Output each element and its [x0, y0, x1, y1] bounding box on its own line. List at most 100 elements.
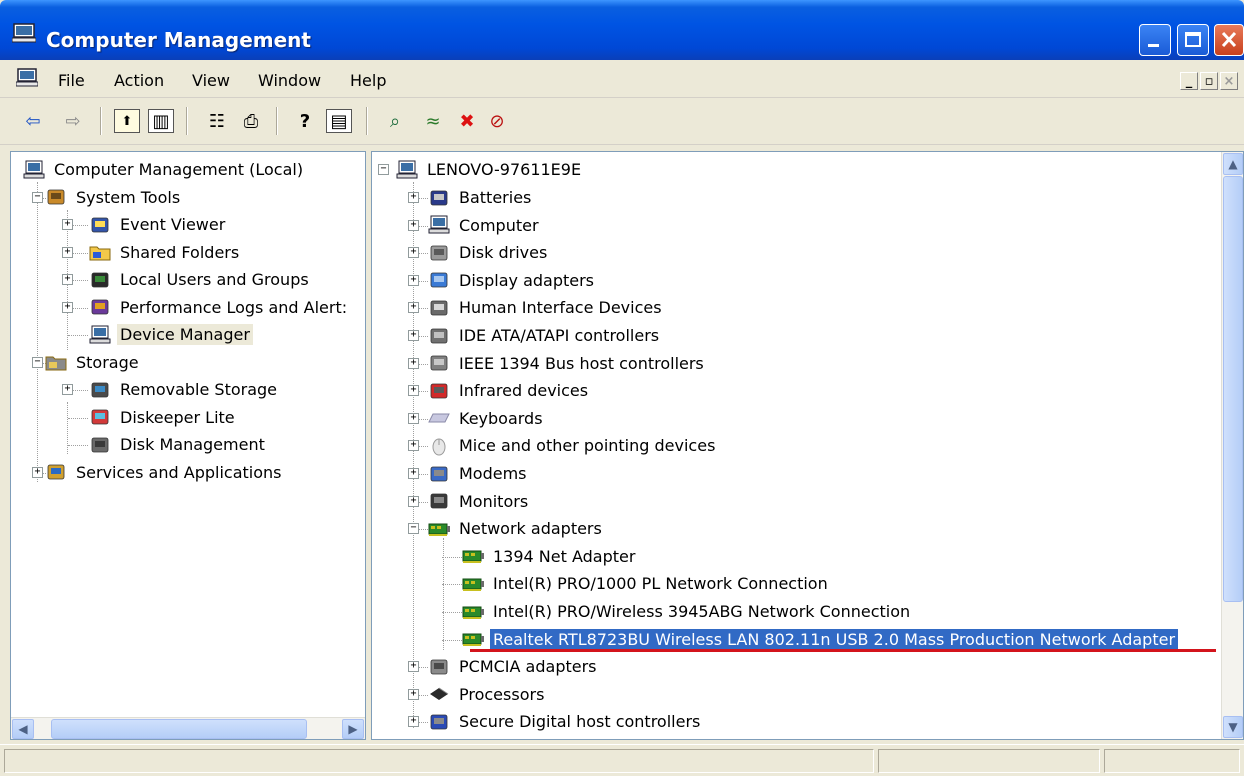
scrollbar-thumb[interactable]: [1223, 176, 1243, 602]
expand-toggle[interactable]: +: [408, 385, 419, 397]
device-item[interactable]: Intel(R) PRO/1000 PL Network Connection: [462, 570, 831, 597]
device-category-secure-digital-host-controllers[interactable]: Secure Digital host controllers: [428, 708, 703, 735]
scroll-down-arrow[interactable]: ▼: [1223, 716, 1243, 738]
system-menu-icon[interactable]: [16, 68, 38, 88]
show-hide-console-tree-icon: ▥: [152, 110, 170, 132]
maximize-button[interactable]: [1177, 24, 1209, 56]
menu-action[interactable]: Action: [114, 71, 164, 90]
device-category-mice-and-other-pointing-devices[interactable]: Mice and other pointing devices: [428, 432, 718, 459]
help-button[interactable]: ?: [292, 109, 318, 133]
device-category-pcmcia-adapters[interactable]: PCMCIA adapters: [428, 653, 600, 680]
title-bar[interactable]: Computer Management: [0, 0, 1244, 60]
forward-button[interactable]: ⇨: [60, 109, 86, 133]
console-tree-pane[interactable]: ◀ ▶ Computer Management (Local) − System …: [10, 151, 366, 740]
status-cell-3: [1104, 749, 1240, 773]
tree-item-removable-storage[interactable]: Removable Storage: [89, 376, 280, 403]
properties-button[interactable]: ☷: [204, 109, 230, 133]
scroll-right-arrow[interactable]: ▶: [342, 719, 364, 739]
tree-item-computer-management-local[interactable]: Computer Management (Local): [23, 156, 306, 183]
print-button[interactable]: ⎙: [238, 109, 264, 133]
disk-drive-icon: [430, 245, 448, 261]
device-category-ide-ata-atapi-controllers[interactable]: IDE ATA/ATAPI controllers: [428, 322, 662, 349]
expand-toggle[interactable]: +: [62, 246, 73, 258]
expand-toggle[interactable]: +: [62, 301, 73, 313]
expand-toggle[interactable]: +: [408, 468, 419, 479]
close-button[interactable]: [1214, 24, 1244, 56]
expand-toggle[interactable]: +: [408, 661, 419, 673]
disable-button[interactable]: ⊘: [484, 109, 510, 133]
expand-toggle[interactable]: +: [408, 357, 419, 369]
expand-toggle[interactable]: +: [408, 716, 419, 728]
tree-item-performance-logs-and-alert[interactable]: Performance Logs and Alert:: [89, 294, 350, 321]
computer-management-window: Computer Management File Action View Win…: [0, 0, 1244, 776]
scan-hardware-button[interactable]: ⌕: [382, 109, 408, 133]
expand-toggle[interactable]: +: [408, 274, 419, 286]
update-driver-button[interactable]: ≈: [420, 109, 446, 133]
device-category-modems[interactable]: Modems: [428, 460, 530, 487]
minimize-button[interactable]: [1139, 24, 1171, 56]
device-category-keyboards[interactable]: Keyboards: [428, 405, 546, 432]
device-category-human-interface-devices[interactable]: Human Interface Devices: [428, 294, 665, 321]
device-item[interactable]: Intel(R) PRO/Wireless 3945ABG Network Co…: [462, 598, 913, 625]
expand-toggle[interactable]: +: [408, 688, 419, 700]
device-category-monitors[interactable]: Monitors: [428, 488, 531, 515]
collapse-toggle[interactable]: −: [408, 523, 419, 535]
scroll-up-arrow[interactable]: ▲: [1223, 153, 1243, 175]
tree-item-device-manager[interactable]: Device Manager: [89, 321, 253, 348]
network-adapter-icon: [462, 633, 484, 647]
tree-item-services-and-applications[interactable]: Services and Applications: [45, 459, 284, 486]
device-category-display-adapters[interactable]: Display adapters: [428, 267, 597, 294]
tree-item-system-tools[interactable]: System Tools: [45, 184, 183, 211]
menu-view[interactable]: View: [192, 71, 230, 90]
collapse-toggle[interactable]: −: [32, 191, 43, 203]
expand-toggle[interactable]: +: [408, 247, 419, 259]
expand-toggle[interactable]: +: [408, 330, 419, 341]
expand-toggle[interactable]: +: [62, 219, 73, 230]
device-category-network-adapters[interactable]: Network adapters: [428, 515, 605, 542]
expand-toggle[interactable]: +: [32, 466, 43, 478]
horizontal-scrollbar[interactable]: ◀ ▶: [11, 717, 365, 739]
device-item[interactable]: 1394 Net Adapter: [462, 543, 638, 570]
menu-window[interactable]: Window: [258, 71, 321, 90]
show-hide-action-pane-button[interactable]: ▤: [326, 109, 352, 133]
device-category-computer[interactable]: Computer: [428, 212, 542, 239]
tree-item-shared-folders[interactable]: Shared Folders: [89, 239, 242, 266]
tree-item-disk-management[interactable]: Disk Management: [89, 431, 268, 458]
collapse-toggle[interactable]: −: [378, 164, 389, 175]
device-category-batteries[interactable]: Batteries: [428, 184, 534, 211]
tree-node-label: Diskeeper Lite: [120, 407, 235, 427]
device-category-infrared-devices[interactable]: Infrared devices: [428, 377, 591, 404]
show-hide-action-pane-icon: ▤: [330, 110, 348, 132]
scrollbar-thumb[interactable]: [51, 719, 307, 739]
expand-toggle[interactable]: +: [408, 412, 419, 424]
device-category-processors[interactable]: Processors: [428, 681, 547, 708]
expand-toggle[interactable]: +: [408, 302, 419, 314]
device-category-ieee-1394-bus-host-controllers[interactable]: IEEE 1394 Bus host controllers: [428, 350, 707, 377]
back-button[interactable]: ⇦: [20, 109, 46, 133]
expand-toggle[interactable]: +: [408, 192, 419, 203]
expand-toggle[interactable]: +: [62, 384, 73, 395]
tree-item-local-users-and-groups[interactable]: Local Users and Groups: [89, 266, 312, 293]
child-close-button[interactable]: ×: [1220, 72, 1238, 90]
expand-toggle[interactable]: +: [62, 274, 73, 285]
device-category-disk-drives[interactable]: Disk drives: [428, 239, 550, 266]
expand-toggle[interactable]: +: [408, 495, 419, 507]
tree-item-storage[interactable]: Storage: [45, 349, 142, 376]
status-bar: [0, 744, 1244, 776]
tree-item-diskeeper-lite[interactable]: Diskeeper Lite: [89, 404, 238, 431]
expand-toggle[interactable]: +: [408, 440, 419, 452]
tree-item-event-viewer[interactable]: Event Viewer: [89, 211, 228, 238]
ide-controller-icon: [430, 328, 448, 343]
show-hide-console-tree-button[interactable]: ▥: [148, 109, 174, 133]
vertical-scrollbar[interactable]: ▲ ▼: [1221, 152, 1243, 739]
child-restore-button[interactable]: ▫: [1200, 72, 1218, 90]
tree-root-computer[interactable]: LENOVO-97611E9E: [396, 156, 584, 183]
collapse-toggle[interactable]: −: [32, 356, 43, 368]
menu-help[interactable]: Help: [350, 71, 386, 90]
uninstall-button[interactable]: ✖: [454, 109, 480, 133]
scroll-left-arrow[interactable]: ◀: [12, 719, 34, 739]
menu-file[interactable]: File: [58, 71, 85, 90]
up-one-level-button[interactable]: ⬆: [114, 109, 140, 133]
expand-toggle[interactable]: +: [408, 219, 419, 231]
child-minimize-button[interactable]: _: [1180, 72, 1198, 90]
